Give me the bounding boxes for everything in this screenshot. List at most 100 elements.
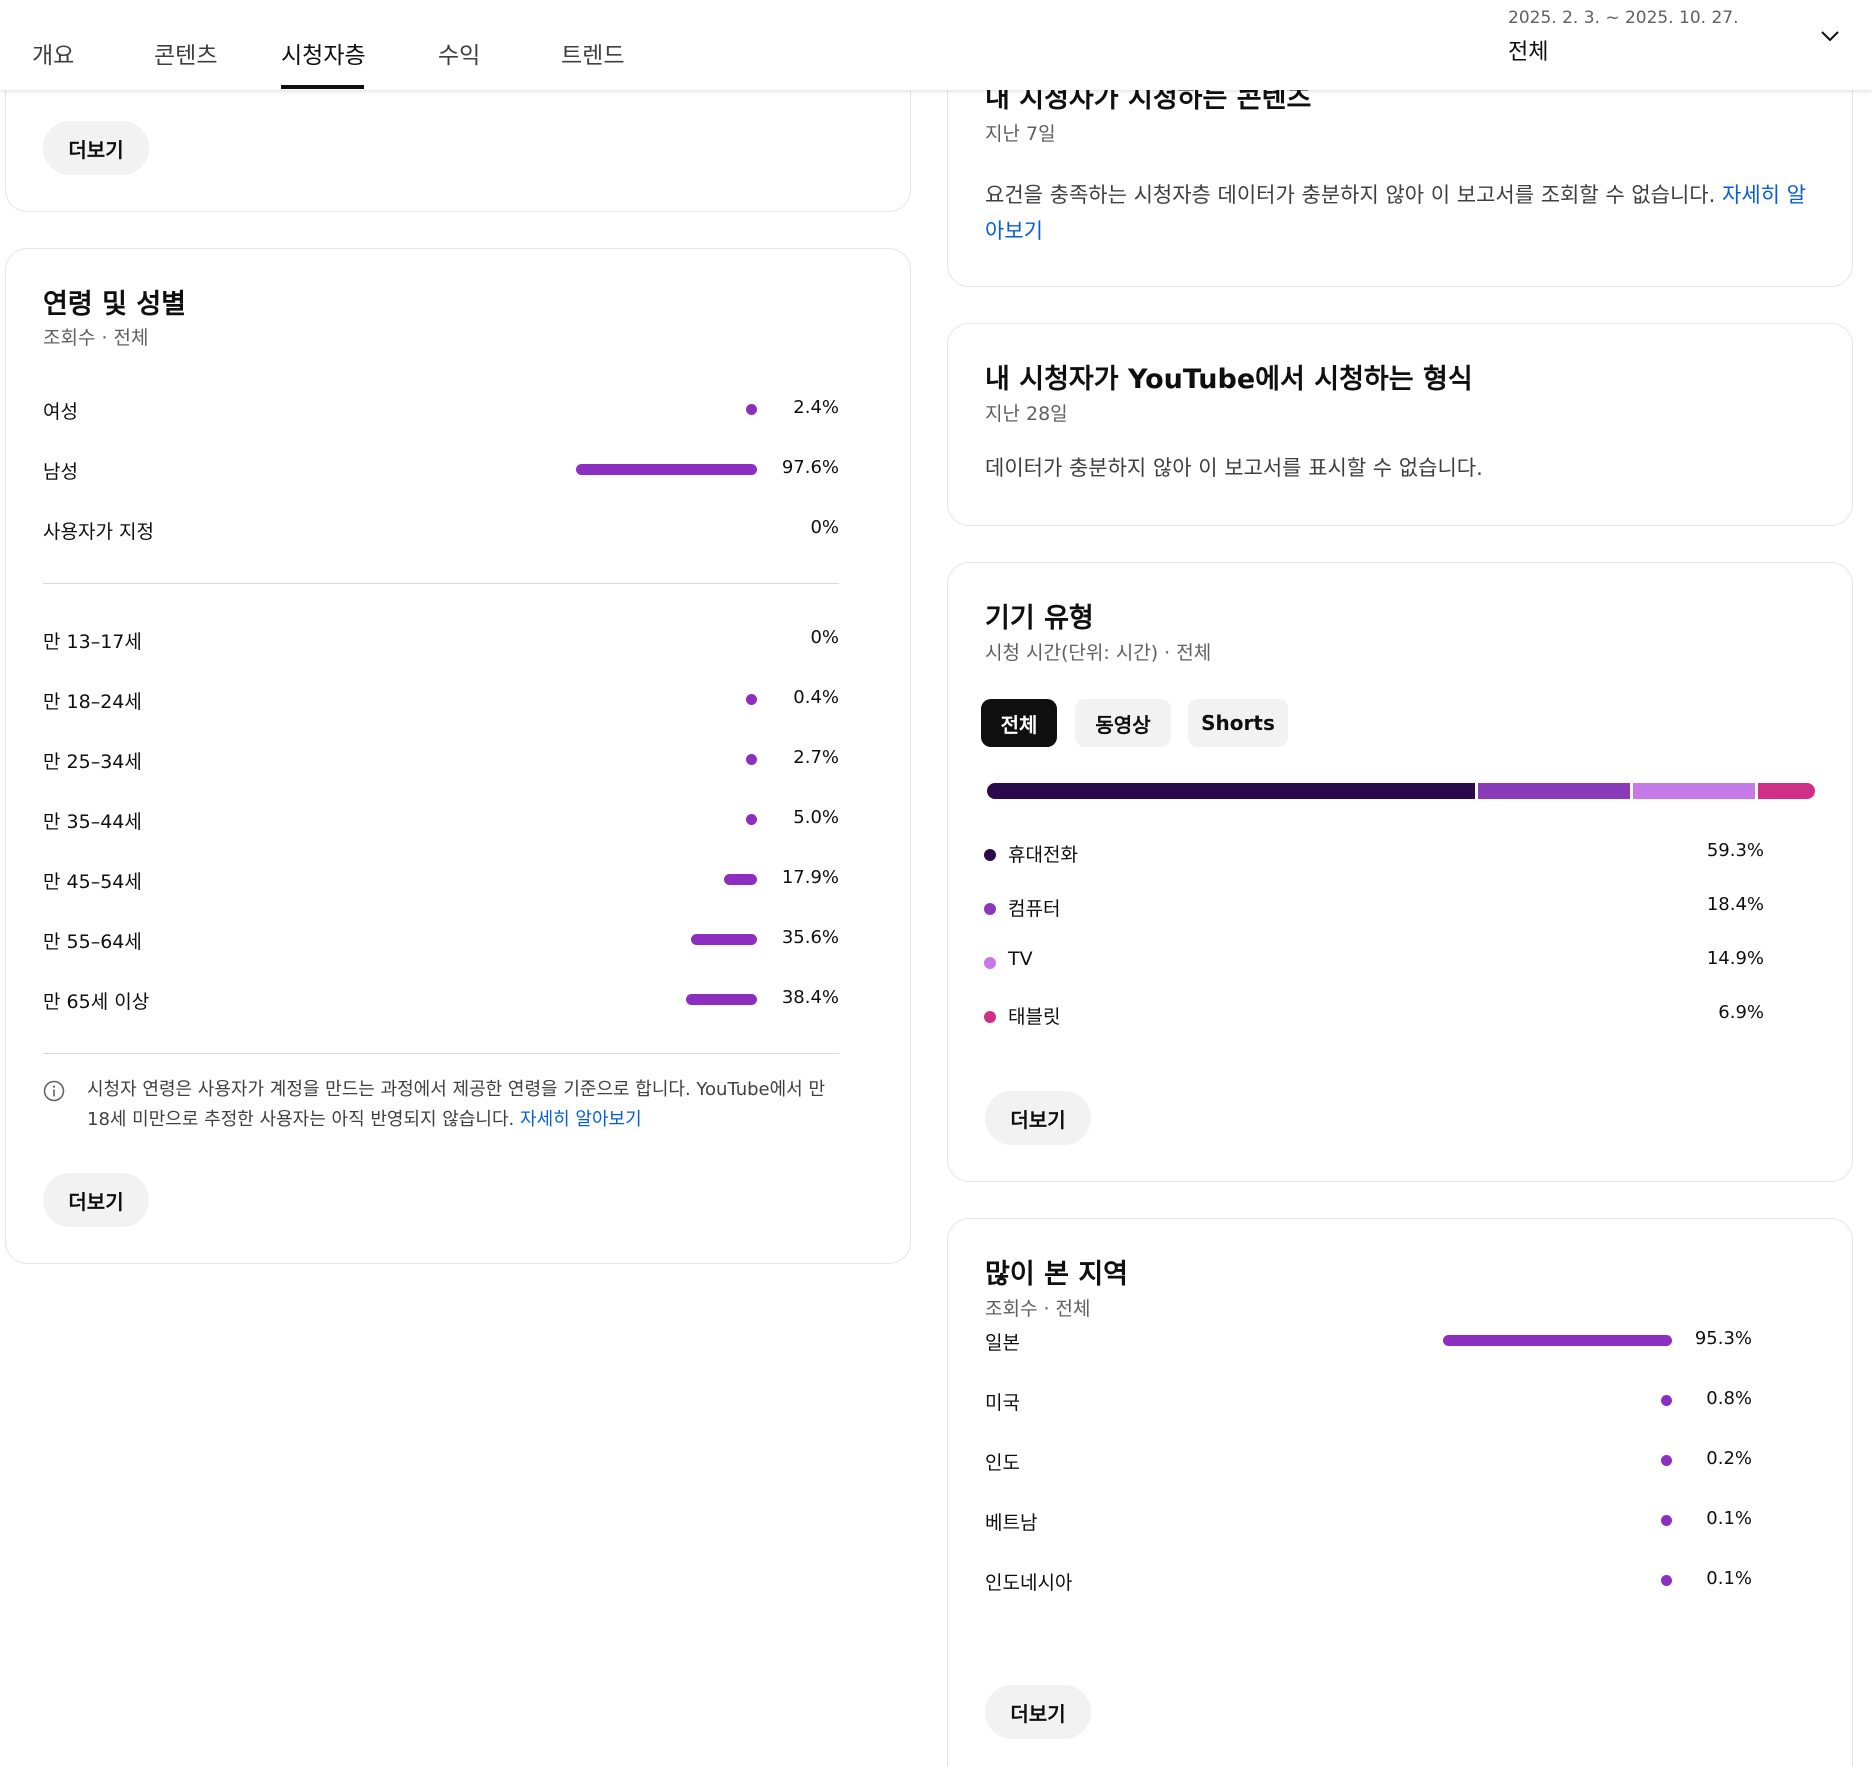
device-filter-shorts[interactable]: Shorts	[1188, 699, 1288, 747]
date-scope-text[interactable]: 전체	[1508, 34, 1548, 66]
device-legend-value: 6.9%	[1718, 1002, 1764, 1023]
device-bar-segment	[1478, 783, 1630, 799]
geo-row-label: 인도네시아	[985, 1572, 1073, 1594]
age-row-bar	[685, 994, 757, 1005]
gender-row-value: 2.4%	[793, 397, 839, 418]
geo-row-bar	[1661, 1515, 1672, 1526]
tab-audience[interactable]: 시청자층	[281, 36, 366, 70]
geo-row: 일본 95.3%	[985, 1328, 1752, 1358]
geo-row-bar	[1661, 1455, 1672, 1466]
geo-subtitle: 조회수 · 전체	[985, 1298, 1091, 1320]
age-row-label: 만 35–44세	[43, 811, 142, 833]
top-geographies-card: 많이 본 지역 조회수 · 전체 더보기 일본 95.3% 미국 0.8% 인도 0.2%…	[947, 1218, 1853, 1766]
device-legend-row: 휴대전화 59.3%	[984, 840, 1764, 870]
gender-row-label: 여성	[43, 401, 78, 423]
device-legend-label: 컴퓨터	[1008, 898, 1061, 920]
watched-content-subtitle: 지난 7일	[985, 123, 1056, 145]
age-row-value: 5.0%	[793, 807, 839, 828]
age-row-label: 만 25–34세	[43, 751, 142, 773]
age-row: 만 18–24세 0.4%	[43, 687, 839, 717]
gender-row-value: 97.6%	[781, 457, 839, 478]
gender-row: 남성 97.6%	[43, 457, 839, 487]
formats-card: 내 시청자가 YouTube에서 시청하는 형식 지난 28일 데이터가 충분하…	[947, 323, 1853, 526]
device-subtitle: 시청 시간(단위: 시간) · 전체	[985, 642, 1212, 664]
geo-row-value: 0.1%	[1706, 1508, 1752, 1529]
gender-row: 여성 2.4%	[43, 397, 839, 427]
age-row-label: 만 13–17세	[43, 631, 142, 653]
geo-row-bar	[1661, 1575, 1672, 1586]
formats-message: 데이터가 충분하지 않아 이 보고서를 표시할 수 없습니다.	[985, 456, 1483, 480]
age-note: 시청자 연령은 사용자가 계정을 만드는 과정에서 제공한 연령을 기준으로 합…	[87, 1075, 839, 1135]
age-row-label: 만 18–24세	[43, 691, 142, 713]
active-tab-indicator	[281, 85, 364, 89]
device-type-card: 기기 유형 시청 시간(단위: 시간) · 전체 전체 동영상 Shorts 더…	[947, 562, 1853, 1182]
geo-row-bar	[1661, 1395, 1672, 1406]
device-legend-row: 컴퓨터 18.4%	[984, 894, 1764, 924]
age-row-bar	[723, 874, 757, 885]
gender-row: 사용자가 지정 0%	[43, 517, 839, 547]
age-row: 만 25–34세 2.7%	[43, 747, 839, 777]
tab-content[interactable]: 콘텐츠	[154, 36, 217, 70]
legend-dot-icon	[984, 1011, 996, 1023]
age-gender-title: 연령 및 성별	[43, 289, 186, 320]
device-legend-label: TV	[1008, 948, 1033, 970]
tab-trends[interactable]: 트렌드	[561, 36, 624, 70]
age-row-value: 0.4%	[793, 687, 839, 708]
age-gender-subtitle: 조회수 · 전체	[43, 327, 149, 349]
watched-content-message: 요건을 충족하는 시청자층 데이터가 충분하지 않아 이 보고서를 조회할 수 …	[985, 177, 1815, 249]
age-row-value: 38.4%	[781, 987, 839, 1008]
gender-row-bar	[746, 404, 757, 415]
legend-dot-icon	[984, 849, 996, 861]
geo-row-label: 미국	[985, 1392, 1020, 1414]
section-divider	[43, 1053, 839, 1054]
age-note-learn-more-link[interactable]: 자세히 알아보기	[520, 1109, 642, 1130]
geo-row-label: 인도	[985, 1452, 1020, 1474]
device-bar-segment	[1758, 783, 1815, 799]
device-legend-value: 18.4%	[1706, 894, 1764, 915]
geo-row-value: 0.8%	[1706, 1388, 1752, 1409]
device-bar-segment	[987, 783, 1476, 799]
age-row: 만 13–17세 0%	[43, 627, 839, 657]
device-filter-all[interactable]: 전체	[981, 699, 1057, 747]
section-divider	[43, 583, 839, 584]
formats-subtitle: 지난 28일	[985, 403, 1068, 425]
age-row-value: 2.7%	[793, 747, 839, 768]
device-filter-videos[interactable]: 동영상	[1075, 699, 1171, 747]
tab-overview[interactable]: 개요	[32, 36, 74, 70]
age-row-value: 0%	[810, 627, 839, 648]
age-row-bar	[746, 814, 757, 825]
tab-revenue[interactable]: 수익	[438, 36, 480, 70]
age-row-value: 35.6%	[781, 927, 839, 948]
previous-card-more-button[interactable]: 더보기	[43, 121, 149, 175]
device-bar-segment	[1632, 783, 1756, 799]
age-row: 만 45–54세 17.9%	[43, 867, 839, 897]
geo-row: 베트남 0.1%	[985, 1508, 1752, 1538]
age-row-bar	[746, 754, 757, 765]
device-legend-label: 태블릿	[1008, 1006, 1061, 1028]
age-row-label: 만 55–64세	[43, 931, 142, 953]
age-gender-card: 연령 및 성별 조회수 · 전체 시청자 연령은 사용자가 계정을 만드는 과정…	[5, 248, 911, 1264]
geo-row-bar	[1443, 1335, 1672, 1346]
device-more-button[interactable]: 더보기	[985, 1091, 1091, 1145]
device-title: 기기 유형	[985, 603, 1094, 634]
legend-dot-icon	[984, 957, 996, 969]
age-gender-more-button[interactable]: 더보기	[43, 1173, 149, 1227]
date-range-text[interactable]: 2025. 2. 3. ~ 2025. 10. 27.	[1508, 8, 1739, 28]
gender-row-bar	[576, 464, 757, 475]
gender-row-label: 사용자가 지정	[43, 521, 154, 543]
geo-row: 미국 0.8%	[985, 1388, 1752, 1418]
geo-row: 인도네시아 0.1%	[985, 1568, 1752, 1598]
geo-row-value: 0.2%	[1706, 1448, 1752, 1469]
age-row-value: 17.9%	[781, 867, 839, 888]
device-legend-value: 59.3%	[1706, 840, 1764, 861]
formats-title: 내 시청자가 YouTube에서 시청하는 형식	[985, 364, 1473, 395]
geo-row-label: 일본	[985, 1332, 1020, 1354]
geo-more-button[interactable]: 더보기	[985, 1685, 1091, 1739]
chevron-down-icon[interactable]	[1818, 24, 1842, 48]
geo-title: 많이 본 지역	[985, 1259, 1128, 1290]
gender-row-label: 남성	[43, 461, 78, 483]
legend-dot-icon	[984, 903, 996, 915]
age-note-text: 시청자 연령은 사용자가 계정을 만드는 과정에서 제공한 연령을 기준으로 합…	[87, 1079, 826, 1130]
device-stacked-bar	[987, 783, 1815, 799]
geo-row-label: 베트남	[985, 1512, 1038, 1534]
